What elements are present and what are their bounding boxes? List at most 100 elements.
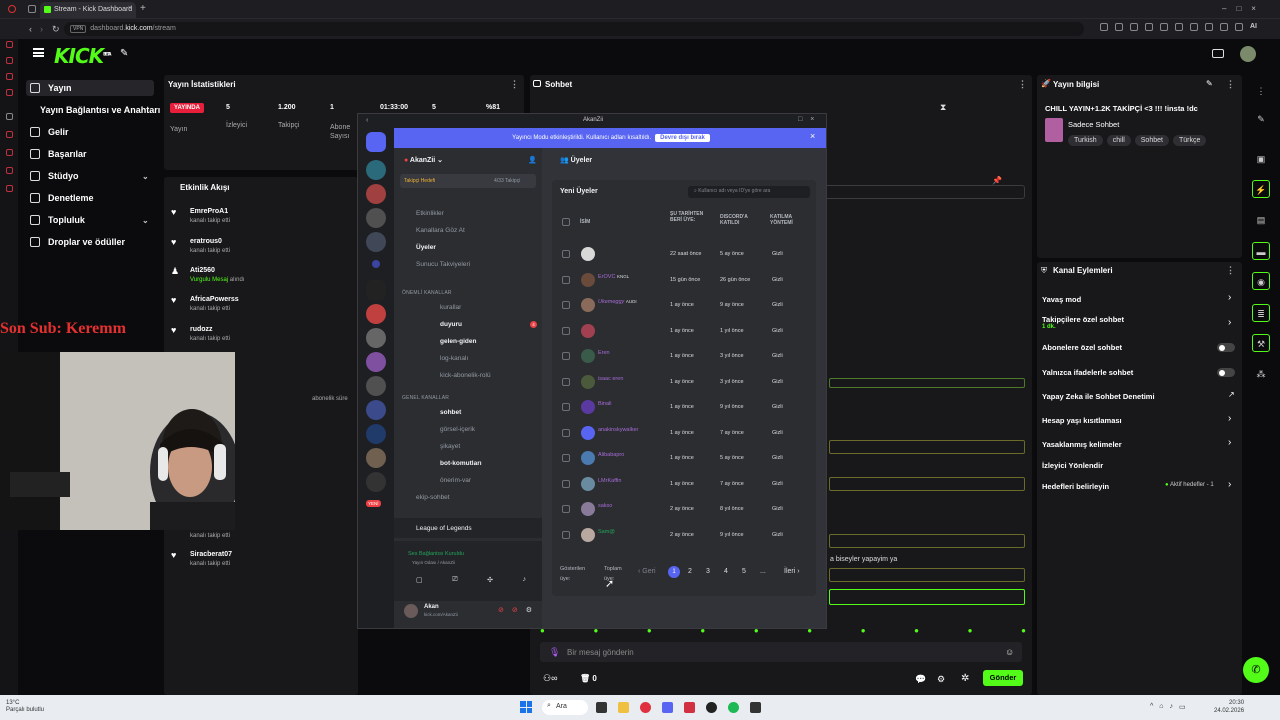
server-icon[interactable]	[366, 328, 386, 348]
channel-item[interactable]: duyuru	[440, 321, 462, 328]
close-banner-icon[interactable]: ×	[810, 131, 815, 141]
add-member-icon[interactable]: 👤	[528, 156, 537, 164]
emoji-icon[interactable]: ☺	[1005, 647, 1014, 657]
settings-gear-icon[interactable]: ⚙	[526, 606, 532, 614]
activity-name[interactable]: eratrous0	[190, 238, 222, 245]
taskbar-search[interactable]: ⌕ Ara	[542, 700, 588, 715]
network-icon[interactable]: ⌂	[1159, 703, 1163, 711]
table-row[interactable]: Eren 1 ay önce 3 yıl önce Gizli	[552, 344, 812, 369]
table-row[interactable]: 22 saat önce 5 ay önce Gizli	[552, 242, 812, 267]
pin-icon[interactable]: ✎	[120, 48, 128, 59]
list-icon[interactable]: ≣	[1252, 304, 1270, 322]
opera-icon[interactable]	[8, 5, 16, 13]
ai-moderation-item[interactable]: Yapay Zeka ile Sohbet Denetimi	[1042, 392, 1155, 401]
nav-item-gelir[interactable]: Gelir	[30, 127, 69, 137]
prev-page-button[interactable]: ‹ Geri	[638, 568, 656, 575]
channel-item[interactable]: önerim-var	[440, 477, 471, 484]
chevron-right-icon[interactable]: ›	[1228, 479, 1231, 490]
emote-icon[interactable]: ●	[861, 626, 866, 636]
nav-item-topluluk[interactable]: Topluluk ⌄	[30, 215, 154, 225]
channel-item[interactable]: görsel-içerik	[440, 426, 475, 433]
activity-name[interactable]: rudozz	[190, 326, 213, 333]
activity-name[interactable]: AfricaPowerss	[190, 296, 239, 303]
row-checkbox[interactable]	[562, 352, 570, 360]
sidebar-history-icon[interactable]	[6, 167, 13, 174]
task-view-icon[interactable]	[596, 702, 607, 713]
emote-icon[interactable]: ●	[914, 626, 919, 636]
discord-home-icon[interactable]	[366, 132, 386, 152]
deafen-icon[interactable]: ⊘	[512, 606, 518, 614]
page-4-button[interactable]: 4	[724, 568, 728, 575]
row-checkbox[interactable]	[562, 377, 570, 386]
server-icon[interactable]	[366, 448, 386, 468]
back-icon[interactable]: ‹	[29, 24, 32, 34]
activities-icon[interactable]: ✣	[487, 576, 493, 588]
close-window-icon[interactable]: ×	[1251, 4, 1256, 14]
url-field[interactable]: VPN dashboard.kick.com/stream	[64, 22, 1084, 36]
channel-item[interactable]: sohbet	[440, 409, 461, 416]
maximize-icon[interactable]: □	[1236, 4, 1241, 14]
row-checkbox[interactable]	[562, 250, 570, 258]
weather-widget[interactable]: 13°C Parçalı bulutlu	[6, 700, 44, 714]
opera-taskbar-icon[interactable]	[640, 702, 651, 713]
page-3-button[interactable]: 3	[706, 568, 710, 575]
tray-chevron-icon[interactable]: ^	[1150, 703, 1153, 711]
sidebar-discord-icon[interactable]	[6, 131, 13, 138]
layout-icon[interactable]: ▣	[1252, 150, 1270, 168]
chevron-right-icon[interactable]: ›	[1228, 292, 1231, 303]
download-icon[interactable]	[1220, 23, 1228, 31]
tools-icon[interactable]: ⚒	[1252, 334, 1270, 352]
channel-item[interactable]: log-kanalı	[440, 355, 468, 362]
forward-icon[interactable]: ›	[40, 24, 43, 34]
tag[interactable]: Sohbet	[1134, 135, 1169, 146]
chat-menu-icon[interactable]: ⋮	[1018, 79, 1027, 90]
category-important[interactable]: ÖNEMLİ KANALLAR	[402, 290, 452, 296]
select-all-checkbox[interactable]	[562, 218, 570, 226]
creator-mode-icon[interactable]	[1212, 49, 1224, 58]
account-age-item[interactable]: Hesap yaşı kısıtlaması	[1042, 416, 1122, 425]
sidebar-instagram-icon[interactable]	[6, 149, 13, 156]
channel-item[interactable]: gelen-giden	[440, 338, 476, 345]
table-row[interactable]: LMrKaffin 1 ay önce 7 ay önce Gizli	[552, 472, 812, 497]
table-row[interactable]: Alibabapro 1 ay önce 5 ay önce Gizli	[552, 446, 812, 471]
file-explorer-icon[interactable]	[618, 702, 629, 713]
server-icon[interactable]	[366, 472, 386, 492]
channel-item[interactable]: ekip-sohbet	[416, 494, 450, 501]
document-icon[interactable]: ▤	[1252, 211, 1270, 229]
avatar[interactable]	[1240, 46, 1256, 62]
camera-icon[interactable]	[1190, 23, 1198, 31]
obs-taskbar-icon[interactable]	[706, 702, 717, 713]
channel-members[interactable]: Üyeler	[416, 244, 436, 251]
row-checkbox[interactable]	[562, 454, 570, 462]
stats-menu-icon[interactable]: ⋮	[510, 79, 519, 90]
nav-item-basarilar[interactable]: Başarılar	[30, 149, 87, 159]
server-icon[interactable]	[366, 304, 386, 324]
edit-icon[interactable]: ✎	[1206, 79, 1213, 88]
row-checkbox[interactable]	[562, 301, 570, 309]
camera-icon[interactable]: ▢	[416, 576, 423, 588]
row-checkbox[interactable]	[562, 403, 570, 411]
column-join-method[interactable]: KATILMA YÖNTEMİ	[770, 214, 802, 226]
music-icon[interactable]	[1235, 23, 1243, 31]
table-row[interactable]: isaac eren 1 ay önce 3 yıl önce Gizli	[552, 370, 812, 395]
channel-item[interactable]: bot-komutları	[440, 460, 482, 467]
bookmark-icon[interactable]	[1115, 23, 1123, 31]
tag[interactable]: chill	[1106, 135, 1131, 146]
row-checkbox[interactable]	[562, 505, 570, 513]
column-name[interactable]: İSİM	[580, 219, 590, 225]
user-avatar[interactable]	[404, 604, 418, 618]
tag[interactable]: Türkçe	[1172, 135, 1207, 146]
page-5-button[interactable]: 5	[742, 568, 746, 575]
channel-events[interactable]: Etkinlikler	[416, 210, 444, 217]
heart-icon[interactable]	[1160, 23, 1168, 31]
broadcast-icon[interactable]: ◉	[1252, 272, 1270, 290]
nav-item-yayin[interactable]: Yayın	[30, 83, 72, 93]
chevron-right-icon[interactable]: ›	[1228, 317, 1231, 328]
discord-taskbar-icon[interactable]	[662, 702, 673, 713]
table-row[interactable]: Sam@ 2 ay önce 9 yıl önce Gizli	[552, 523, 812, 548]
actions-menu-icon[interactable]: ⋮	[1226, 265, 1235, 276]
channel-item[interactable]: şikayet	[440, 443, 460, 450]
shapes-icon[interactable]: ⁂	[1252, 365, 1270, 383]
sidebar-x-icon[interactable]	[6, 113, 13, 120]
category-general[interactable]: GENEL KANALLAR	[402, 395, 449, 401]
